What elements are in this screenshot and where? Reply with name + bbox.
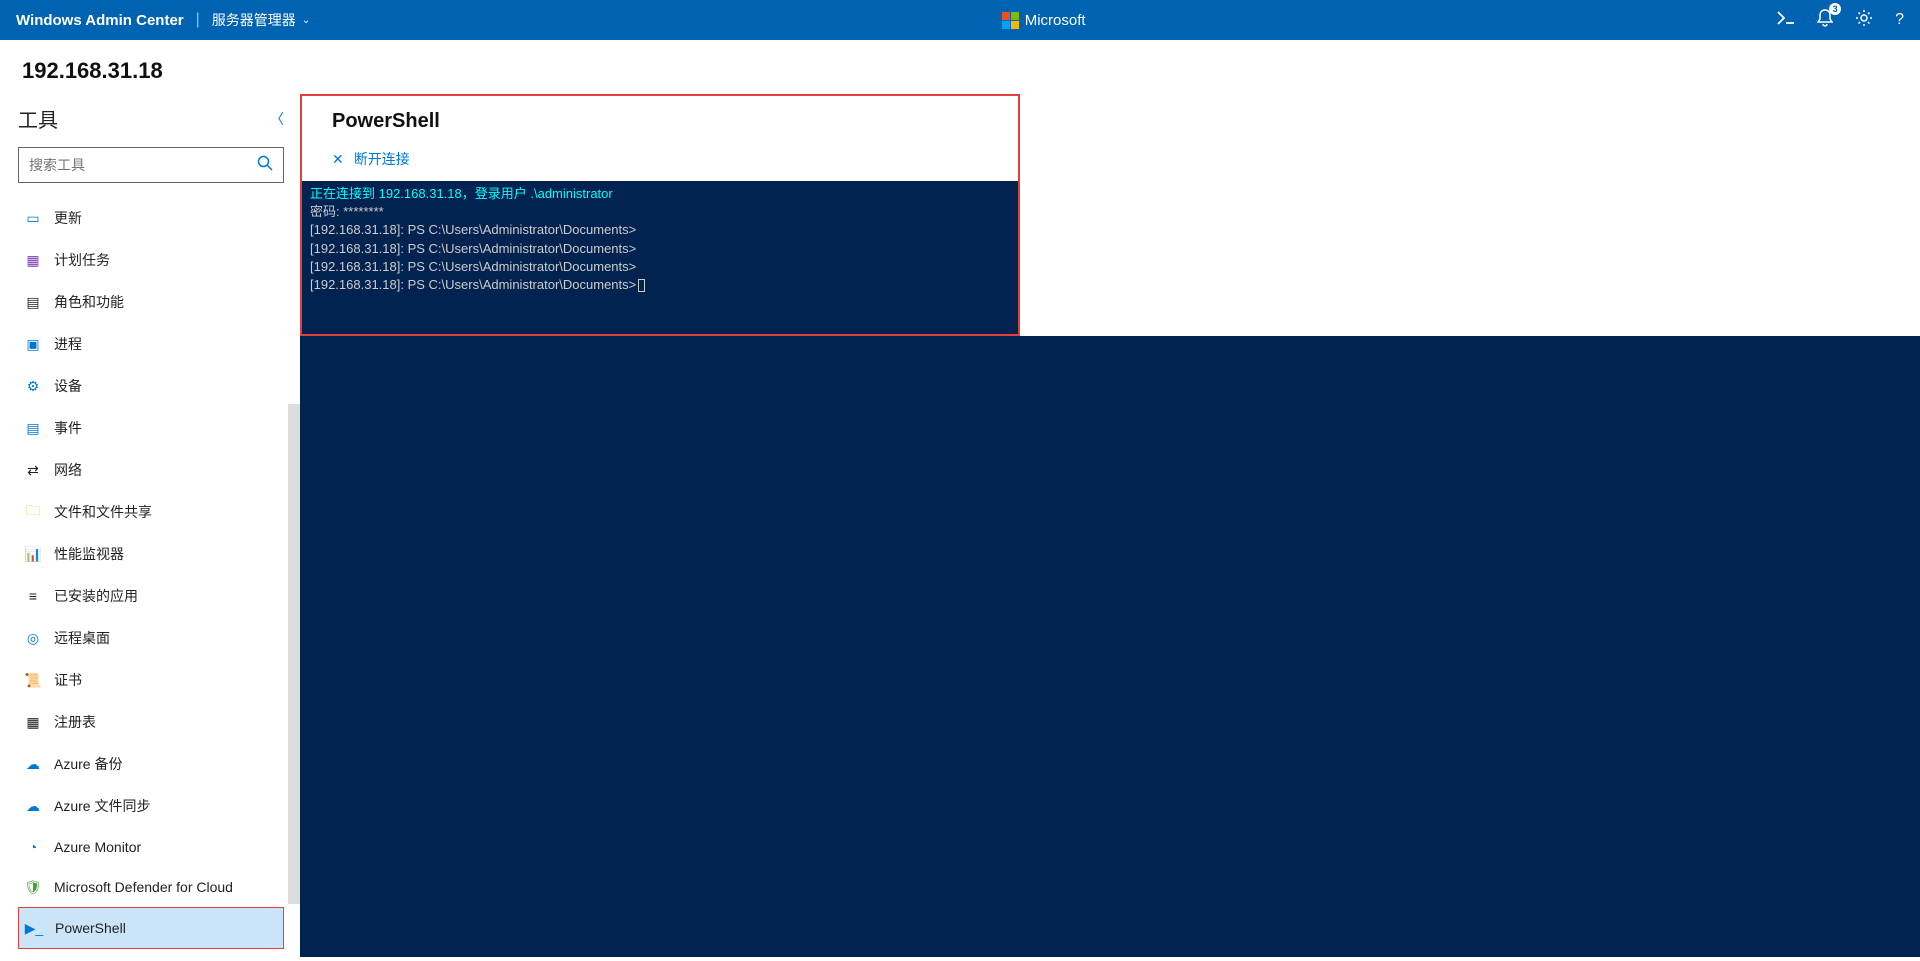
highlighted-region: PowerShell ✕ 断开连接 正在连接到 192.168.31.18，登录… bbox=[300, 94, 1020, 336]
app-title[interactable]: Windows Admin Center bbox=[16, 12, 184, 29]
sidebar-item-label: Azure 备份 bbox=[54, 754, 122, 774]
brand-center[interactable]: Microsoft bbox=[1002, 12, 1086, 29]
disconnect-button[interactable]: ✕ 断开连接 bbox=[302, 143, 1018, 181]
processes-icon: ▣ bbox=[24, 335, 42, 353]
terminal-extended[interactable] bbox=[300, 336, 1920, 957]
sidebar-item-label: 注册表 bbox=[54, 712, 96, 732]
sidebar-scrollbar[interactable] bbox=[288, 404, 300, 904]
devices-icon: ⚙ bbox=[24, 377, 42, 395]
search-input[interactable] bbox=[29, 157, 257, 173]
sidebar-item-roles[interactable]: ▤ 角色和功能 bbox=[18, 281, 284, 323]
sidebar-item-label: Azure 文件同步 bbox=[54, 796, 150, 816]
sidebar-header: 工具 〈 bbox=[18, 104, 284, 133]
sidebar-item-label: Microsoft Defender for Cloud bbox=[54, 879, 233, 895]
terminal-prompt-line: [192.168.31.18]: PS C:\Users\Administrat… bbox=[310, 276, 1010, 294]
sidebar-item-label: 已安装的应用 bbox=[54, 586, 138, 606]
close-icon: ✕ bbox=[332, 151, 344, 168]
scheduled-tasks-icon: ▦ bbox=[24, 251, 42, 269]
terminal-prompt-line: [192.168.31.18]: PS C:\Users\Administrat… bbox=[310, 258, 1010, 276]
roles-icon: ▤ bbox=[24, 293, 42, 311]
sidebar-item-label: PowerShell bbox=[55, 920, 126, 936]
sidebar-item-network[interactable]: ⇄ 网络 bbox=[18, 449, 284, 491]
server-address: 192.168.31.18 bbox=[0, 40, 1920, 94]
sidebar-title: 工具 bbox=[18, 104, 58, 133]
sidebar-item-perfmon[interactable]: 📊 性能监视器 bbox=[18, 533, 284, 575]
azure-monitor-icon: ◔ bbox=[24, 838, 42, 856]
tools-sidebar: 工具 〈 ▭ 更新 ▦ 计划任务 ▤ 角色和功能 ▣ 进程 ⚙ 设备 ▤ 事件 ⇄ 网络 🗀 文… bbox=[0, 94, 300, 957]
notification-badge: 3 bbox=[1829, 3, 1841, 15]
network-icon: ⇄ bbox=[24, 461, 42, 479]
sidebar-item-tasks[interactable]: ▦ 计划任务 bbox=[18, 239, 284, 281]
apps-icon: ≡ bbox=[24, 587, 42, 605]
search-box[interactable] bbox=[18, 147, 284, 183]
azure-sync-icon: ☁ bbox=[24, 797, 42, 815]
terminal-cursor bbox=[638, 279, 645, 292]
sidebar-item-processes[interactable]: ▣ 进程 bbox=[18, 323, 284, 365]
nav-list: ▭ 更新 ▦ 计划任务 ▤ 角色和功能 ▣ 进程 ⚙ 设备 ▤ 事件 ⇄ 网络 🗀 文件和文件共… bbox=[18, 197, 284, 957]
sidebar-item-label: 更新 bbox=[54, 208, 82, 228]
sidebar-item-label: 事件 bbox=[54, 418, 82, 438]
header-actions: 3 ? bbox=[1777, 9, 1904, 32]
sidebar-item-azure-backup[interactable]: ☁ Azure 备份 bbox=[18, 743, 284, 785]
top-header: Windows Admin Center | 服务器管理器 ⌄ Microsof… bbox=[0, 0, 1920, 40]
sidebar-item-label: 角色和功能 bbox=[54, 292, 124, 312]
console-icon[interactable] bbox=[1777, 11, 1795, 30]
sidebar-item-label: 计划任务 bbox=[54, 250, 110, 270]
main-layout: 工具 〈 ▭ 更新 ▦ 计划任务 ▤ 角色和功能 ▣ 进程 ⚙ 设备 ▤ 事件 ⇄ 网络 🗀 文… bbox=[0, 94, 1920, 957]
header-divider: | bbox=[196, 11, 200, 29]
update-icon: ▭ bbox=[24, 209, 42, 227]
sidebar-item-remote-desktop[interactable]: ◎ 远程桌面 bbox=[18, 617, 284, 659]
content-title: PowerShell bbox=[302, 96, 1018, 143]
search-icon[interactable] bbox=[257, 155, 273, 176]
sidebar-item-events[interactable]: ▤ 事件 bbox=[18, 407, 284, 449]
sidebar-item-certificates[interactable]: 📜 证书 bbox=[18, 659, 284, 701]
sidebar-item-label: 远程桌面 bbox=[54, 628, 110, 648]
sidebar-item-files[interactable]: 🗀 文件和文件共享 bbox=[18, 491, 284, 533]
context-label: 服务器管理器 bbox=[212, 10, 296, 30]
sidebar-item-label: 文件和文件共享 bbox=[54, 502, 152, 522]
sidebar-item-azure-sync[interactable]: ☁ Azure 文件同步 bbox=[18, 785, 284, 827]
context-dropdown[interactable]: 服务器管理器 ⌄ bbox=[212, 10, 310, 30]
sidebar-item-azure-monitor[interactable]: ◔ Azure Monitor bbox=[18, 827, 284, 867]
terminal-password-line: 密码: ******** bbox=[310, 203, 1010, 221]
chevron-down-icon: ⌄ bbox=[302, 15, 310, 26]
sidebar-item-settings[interactable]: ⚙设置 bbox=[18, 949, 284, 957]
sidebar-item-label: 进程 bbox=[54, 334, 82, 354]
sidebar-item-devices[interactable]: ⚙ 设备 bbox=[18, 365, 284, 407]
azure-backup-icon: ☁ bbox=[24, 755, 42, 773]
sidebar-item-updates[interactable]: ▭ 更新 bbox=[18, 197, 284, 239]
shield-icon: 🛡 bbox=[24, 878, 42, 896]
collapse-chevron-icon[interactable]: 〈 bbox=[270, 109, 284, 129]
registry-icon: ▦ bbox=[24, 713, 42, 731]
brand-text: Microsoft bbox=[1025, 12, 1086, 29]
notifications-icon[interactable]: 3 bbox=[1817, 9, 1833, 32]
sidebar-item-defender[interactable]: 🛡 Microsoft Defender for Cloud bbox=[18, 867, 284, 907]
sidebar-item-label: 证书 bbox=[54, 670, 82, 690]
settings-icon[interactable] bbox=[1855, 9, 1873, 32]
sidebar-item-powershell[interactable]: ▶_ PowerShell bbox=[18, 907, 284, 949]
perfmon-icon: 📊 bbox=[24, 545, 42, 563]
terminal-connect-line: 正在连接到 192.168.31.18，登录用户 .\administrator bbox=[310, 185, 1010, 203]
sidebar-item-label: Azure Monitor bbox=[54, 839, 141, 855]
terminal-prompt-line: [192.168.31.18]: PS C:\Users\Administrat… bbox=[310, 240, 1010, 258]
sidebar-item-label: 性能监视器 bbox=[54, 544, 124, 564]
help-icon[interactable]: ? bbox=[1895, 11, 1904, 29]
events-icon: ▤ bbox=[24, 419, 42, 437]
sidebar-item-label: 网络 bbox=[54, 460, 82, 480]
header-left: Windows Admin Center | 服务器管理器 ⌄ bbox=[16, 10, 310, 30]
sidebar-item-registry[interactable]: ▦ 注册表 bbox=[18, 701, 284, 743]
powershell-icon: ▶_ bbox=[25, 919, 43, 937]
sidebar-item-apps[interactable]: ≡ 已安装的应用 bbox=[18, 575, 284, 617]
disconnect-label: 断开连接 bbox=[354, 149, 410, 169]
certificate-icon: 📜 bbox=[24, 671, 42, 689]
sidebar-item-label: 设备 bbox=[54, 376, 82, 396]
folder-icon: 🗀 bbox=[24, 503, 42, 521]
powershell-terminal[interactable]: 正在连接到 192.168.31.18，登录用户 .\administrator… bbox=[302, 181, 1018, 334]
remote-desktop-icon: ◎ bbox=[24, 629, 42, 647]
terminal-prompt-line: [192.168.31.18]: PS C:\Users\Administrat… bbox=[310, 221, 1010, 239]
content-area: PowerShell ✕ 断开连接 正在连接到 192.168.31.18，登录… bbox=[300, 94, 1920, 957]
microsoft-logo-icon bbox=[1002, 12, 1019, 29]
